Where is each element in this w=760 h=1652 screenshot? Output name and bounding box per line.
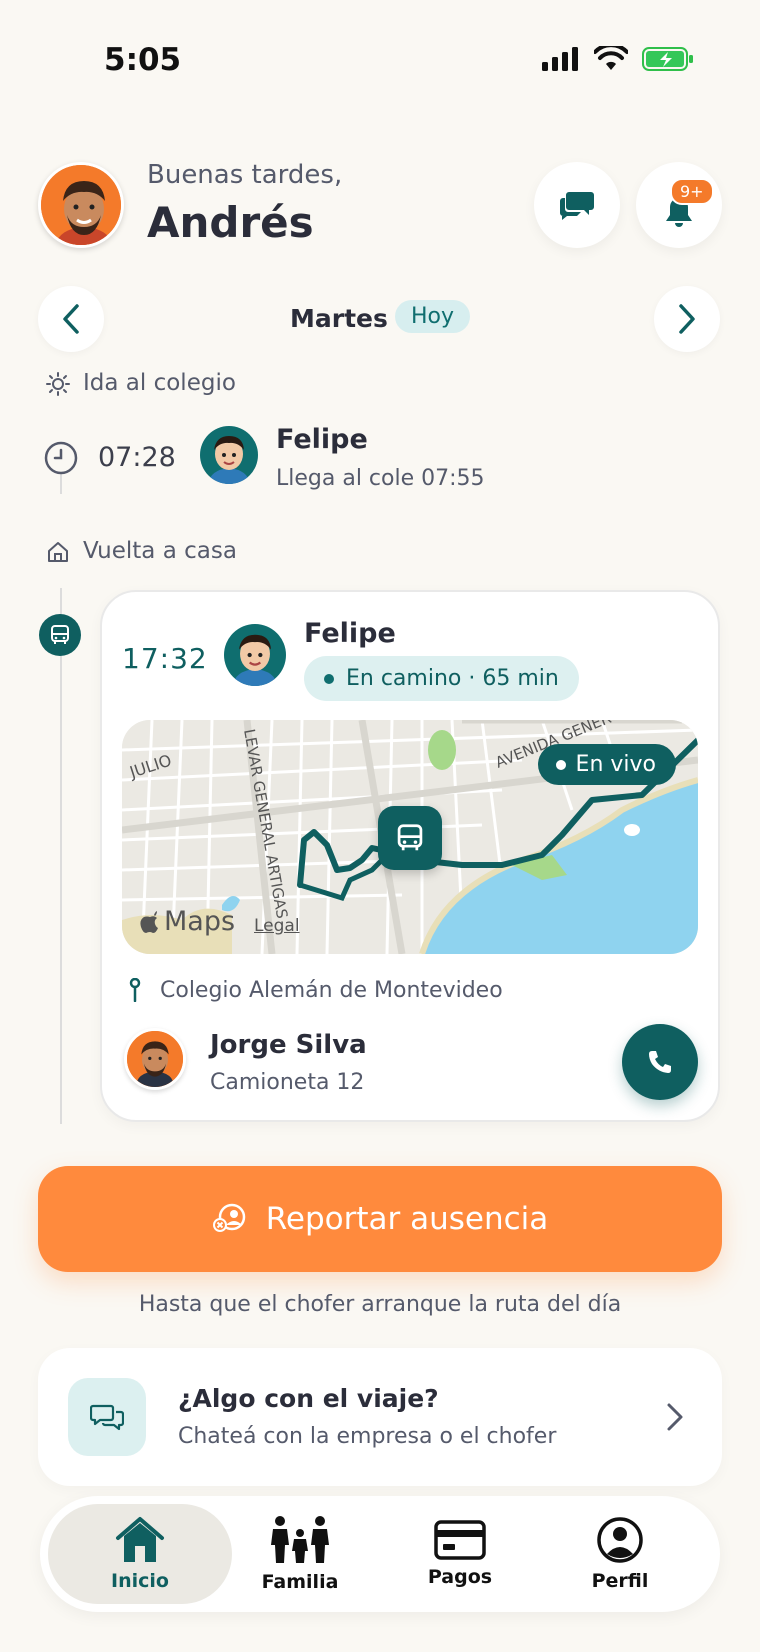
- return-child-name: Felipe: [304, 618, 396, 649]
- child-avatar-morning[interactable]: [200, 426, 258, 484]
- bottom-tab-bar: Inicio Familia Pagos Perfil: [40, 1496, 720, 1612]
- previous-day-button[interactable]: [38, 286, 104, 352]
- status-icons: [542, 46, 694, 72]
- tab-pagos[interactable]: Pagos: [368, 1504, 552, 1604]
- messages-button[interactable]: [534, 162, 620, 248]
- live-dot: [555, 759, 566, 770]
- legal-link[interactable]: Legal: [254, 916, 300, 936]
- house-icon: [48, 542, 68, 562]
- chat-icon: [560, 192, 594, 220]
- report-absence-note: Hasta que el chofer arranque la ruta del…: [138, 1292, 622, 1317]
- clock-icon: [44, 441, 78, 475]
- home-icon: [116, 1517, 164, 1562]
- profile-icon: [597, 1517, 643, 1563]
- tab-perfil-label: Perfil: [591, 1570, 649, 1592]
- morning-child-name: Felipe: [276, 424, 368, 455]
- live-map[interactable]: JULIO LEVAR GENERAL ARTIGAS AVENIDA GENE…: [122, 720, 698, 954]
- live-label: En vivo: [575, 752, 656, 777]
- tab-inicio[interactable]: Inicio: [48, 1504, 232, 1604]
- vehicle-text: Camioneta 12: [210, 1070, 365, 1095]
- battery-icon: [642, 47, 693, 71]
- report-absence-label: Reportar ausencia: [265, 1201, 549, 1237]
- driver-name: Jorge Silva: [210, 1030, 367, 1060]
- chevron-left-icon: [63, 304, 79, 334]
- help-title: ¿Algo con el viaje?: [178, 1384, 439, 1413]
- chevron-right-icon: [667, 1403, 683, 1431]
- status-dot: [324, 673, 334, 684]
- child-avatar-return[interactable]: [224, 624, 286, 686]
- chat-bubbles-icon: [90, 1404, 124, 1431]
- location-pin-icon: [129, 978, 141, 1002]
- notification-badge: 9+: [670, 178, 714, 205]
- live-chip: En vivo: [537, 744, 676, 785]
- maps-label: Maps: [164, 906, 236, 937]
- bus-icon: [51, 625, 69, 644]
- tab-perfil[interactable]: Perfil: [528, 1504, 712, 1604]
- notifications-button[interactable]: 9+: [636, 162, 722, 248]
- bus-icon: [397, 824, 423, 851]
- help-subtitle: Chateá con la empresa o el chofer: [178, 1424, 557, 1449]
- bus-timeline-marker: [39, 614, 81, 656]
- tab-familia-label: Familia: [261, 1571, 339, 1593]
- phone-icon: [649, 1051, 671, 1073]
- day-label: Martes: [290, 304, 388, 333]
- user-name: Andrés: [147, 198, 314, 247]
- next-day-button[interactable]: [654, 286, 720, 352]
- tab-familia[interactable]: Familia: [208, 1504, 392, 1604]
- return-time: 17:32: [122, 642, 208, 675]
- bus-map-marker[interactable]: [378, 806, 442, 870]
- apple-icon: [140, 910, 158, 933]
- return-section-label: Vuelta a casa: [83, 538, 237, 564]
- maps-attribution: Maps: [140, 906, 235, 937]
- wifi-icon: [594, 46, 628, 70]
- trip-status-text: En camino · 65 min: [346, 666, 559, 691]
- driver-avatar[interactable]: [124, 1028, 186, 1090]
- morning-time: 07:28: [98, 442, 176, 473]
- morning-section-label: Ida al colegio: [83, 370, 236, 396]
- help-icon-tile: [68, 1378, 146, 1456]
- destination-text: Colegio Alemán de Montevideo: [160, 978, 503, 1003]
- timeline-line-return: [60, 588, 62, 1124]
- card-icon: [434, 1520, 486, 1560]
- family-icon: [271, 1516, 329, 1563]
- user-avatar[interactable]: [38, 162, 124, 248]
- status-time: 5:05: [104, 42, 182, 78]
- trip-status-pill: En camino · 65 min: [304, 656, 579, 701]
- morning-arrival-text: Llega al cole 07:55: [276, 466, 485, 491]
- sun-icon: [46, 372, 70, 396]
- greeting-text: Buenas tardes,: [147, 160, 343, 190]
- chevron-right-icon: [679, 304, 695, 334]
- absence-icon: [212, 1203, 245, 1232]
- call-driver-button[interactable]: [622, 1024, 698, 1100]
- signal-icon: [542, 47, 578, 71]
- today-pill: Hoy: [395, 300, 471, 333]
- report-absence-button[interactable]: Reportar ausencia: [38, 1166, 722, 1272]
- help-chat-card[interactable]: ¿Algo con el viaje? Chateá con la empres…: [38, 1348, 722, 1486]
- tab-pagos-label: Pagos: [427, 1566, 493, 1588]
- tab-inicio-label: Inicio: [111, 1570, 169, 1592]
